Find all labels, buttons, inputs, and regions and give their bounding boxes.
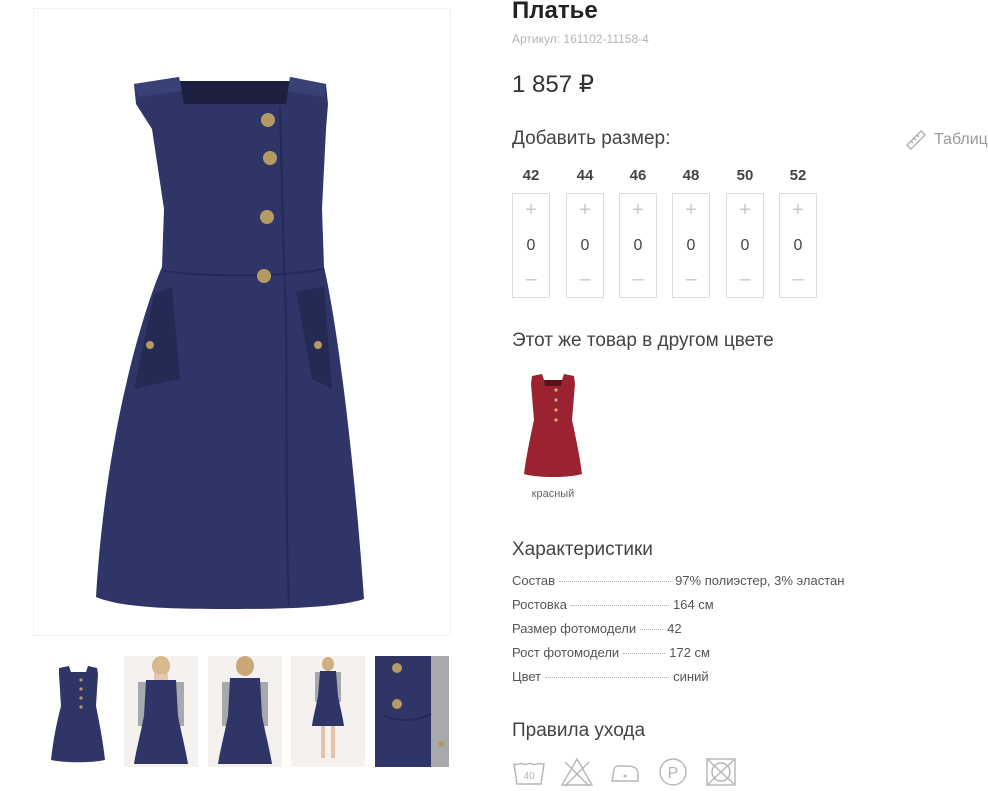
- dotted-leader: [640, 629, 664, 630]
- characteristic-key: Цвет: [512, 669, 542, 684]
- thumbnail-2[interactable]: [124, 656, 198, 767]
- quantity-stepper: + 0 –: [779, 193, 817, 298]
- thumbnail-4[interactable]: [291, 656, 365, 767]
- decrement-button[interactable]: –: [567, 267, 603, 293]
- size-label: 52: [789, 167, 807, 184]
- quantity-value[interactable]: 0: [634, 237, 643, 255]
- care-heading: Правила ухода: [512, 720, 646, 741]
- quantity-value[interactable]: 0: [741, 237, 750, 255]
- characteristic-key: Состав: [512, 573, 556, 588]
- thumbnail-detail-image: [375, 656, 449, 767]
- quantity-stepper: + 0 –: [726, 193, 764, 298]
- size-column-48: 48 + 0 –: [672, 166, 710, 298]
- dotted-leader: [559, 581, 672, 582]
- no-tumble-dry-icon: [706, 758, 736, 786]
- svg-text:P: P: [668, 765, 679, 782]
- thumbnail-5[interactable]: [375, 656, 449, 767]
- quantity-value[interactable]: 0: [794, 237, 803, 255]
- characteristic-value: 164 см: [672, 597, 714, 612]
- characteristic-value: синий: [673, 669, 709, 684]
- size-label: 48: [682, 167, 700, 184]
- main-product-image[interactable]: [33, 8, 451, 636]
- thumbnail-model-full-image: [312, 657, 344, 758]
- quantity-value[interactable]: 0: [687, 237, 696, 255]
- no-bleach-icon: [560, 757, 594, 787]
- characteristic-value: 42: [667, 621, 682, 636]
- size-column-50: 50 + 0 –: [726, 166, 764, 298]
- quantity-stepper: + 0 –: [512, 193, 550, 298]
- dotted-leader: [545, 677, 670, 678]
- size-table-label: Таблиц: [934, 131, 988, 148]
- increment-button[interactable]: +: [780, 198, 816, 224]
- thumbnail-dress-image: [51, 666, 105, 763]
- thumbnail-3[interactable]: [208, 656, 282, 767]
- other-color-heading: Этот же товар в другом цвете: [512, 330, 774, 351]
- dry-clean-p-icon: P: [659, 758, 687, 786]
- characteristics-list: Состав 97% полиэстер, 3% эластан Ростовк…: [512, 573, 872, 693]
- characteristic-value: 172 см: [669, 645, 710, 660]
- quantity-value[interactable]: 0: [527, 237, 536, 255]
- size-column-52: 52 + 0 –: [779, 166, 817, 298]
- red-dress-image: [524, 374, 582, 477]
- thumbnail-strip: [41, 656, 451, 772]
- size-label: 50: [736, 167, 754, 184]
- size-label: 44: [576, 167, 594, 184]
- increment-button[interactable]: +: [673, 198, 709, 224]
- characteristic-row: Ростовка 164 см: [512, 597, 872, 621]
- decrement-button[interactable]: –: [620, 267, 656, 293]
- characteristic-row: Состав 97% полиэстер, 3% эластан: [512, 573, 872, 597]
- size-column-46: 46 + 0 –: [619, 166, 657, 298]
- size-column-42: 42 + 0 –: [512, 166, 550, 298]
- product-price: 1 857 ₽: [512, 71, 594, 98]
- thumbnail-model-front-image: [134, 656, 188, 764]
- decrement-button[interactable]: –: [673, 267, 709, 293]
- characteristic-key: Рост фотомодели: [512, 645, 620, 660]
- quantity-value[interactable]: 0: [581, 237, 590, 255]
- size-table-link[interactable]: Таблиц: [904, 128, 988, 152]
- increment-button[interactable]: +: [620, 198, 656, 224]
- wash-40-icon: 40: [513, 762, 545, 785]
- size-label: 46: [629, 167, 647, 184]
- color-option-label: красный: [531, 488, 575, 500]
- decrement-button[interactable]: –: [727, 267, 763, 293]
- size-column-44: 44 + 0 –: [566, 166, 604, 298]
- characteristic-row: Рост фотомодели 172 см: [512, 645, 872, 669]
- characteristic-key: Ростовка: [512, 597, 567, 612]
- ruler-icon: [906, 130, 926, 150]
- add-size-heading: Добавить размер:: [512, 128, 671, 149]
- product-title: Платье: [512, 0, 598, 24]
- dress-image: [96, 77, 364, 609]
- thumbnail-1[interactable]: [41, 656, 115, 767]
- care-icons: 40 P: [512, 756, 738, 788]
- increment-button[interactable]: +: [513, 198, 549, 224]
- quantity-stepper: + 0 –: [619, 193, 657, 298]
- characteristic-key: Размер фотомодели: [512, 621, 637, 636]
- thumbnail-model-back-image: [218, 656, 272, 764]
- characteristic-value: 97% полиэстер, 3% эластан: [675, 573, 845, 588]
- quantity-stepper: + 0 –: [672, 193, 710, 298]
- characteristic-row: Размер фотомодели 42: [512, 621, 872, 645]
- increment-button[interactable]: +: [727, 198, 763, 224]
- dotted-leader: [623, 653, 666, 654]
- decrement-button[interactable]: –: [513, 267, 549, 293]
- quantity-stepper: + 0 –: [566, 193, 604, 298]
- iron-low-icon: [611, 765, 639, 782]
- product-sku: Артикул: 161102-11158-4: [512, 32, 649, 46]
- size-label: 42: [522, 167, 540, 184]
- svg-text:40: 40: [523, 771, 535, 782]
- color-option-red[interactable]: красный: [520, 370, 586, 510]
- decrement-button[interactable]: –: [780, 267, 816, 293]
- increment-button[interactable]: +: [567, 198, 603, 224]
- characteristics-heading: Характеристики: [512, 539, 653, 560]
- dotted-leader: [570, 605, 669, 606]
- characteristic-row: Цвет синий: [512, 669, 872, 693]
